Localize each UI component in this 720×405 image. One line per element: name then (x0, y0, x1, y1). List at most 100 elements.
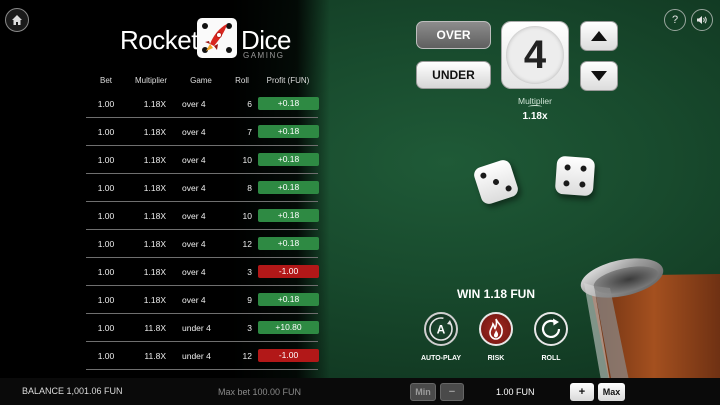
cell-multiplier: 1.18X (143, 182, 166, 193)
roll-button[interactable] (534, 312, 568, 346)
decrease-number-button[interactable] (580, 61, 618, 91)
profit-badge: +0.18 (258, 181, 319, 194)
target-number: 4 (506, 26, 564, 84)
speaker-icon (697, 16, 707, 24)
column-header-multiplier: Multiplier (134, 75, 167, 85)
table-row: 1.00 1.18X over 4 3 -1.00 (86, 258, 319, 286)
cell-roll: 8 (247, 182, 252, 193)
cell-profit: +0.18 (258, 293, 319, 306)
help-button[interactable]: ? (664, 9, 686, 31)
risk-button[interactable] (479, 312, 513, 346)
cell-profit: +0.18 (258, 209, 319, 222)
cell-roll: 9 (247, 294, 252, 305)
cell-bet: 1.00 (97, 294, 115, 305)
cell-profit: +0.18 (258, 181, 319, 194)
cell-profit: -1.00 (258, 349, 319, 362)
die-pip (504, 184, 513, 193)
cell-multiplier: 1.18X (143, 266, 166, 277)
rocket-dice-logo: Rocket Dice GAMING (120, 18, 300, 62)
max-bet-button[interactable]: Max (598, 383, 625, 401)
multiplier-divider (528, 105, 542, 109)
bet-amount: 1.00 FUN (496, 387, 535, 397)
cell-game: over 4 (182, 182, 206, 193)
help-icon: ? (671, 14, 679, 26)
table-row: 1.00 1.18X over 4 9 +0.18 (86, 286, 319, 314)
die-left (472, 158, 520, 206)
autoplay-icon: A (429, 317, 453, 341)
multiplier-value: 1.18x (522, 111, 548, 122)
cell-game: over 4 (182, 266, 206, 277)
cell-game: over 4 (182, 126, 206, 137)
increase-number-button[interactable] (580, 21, 618, 51)
cell-multiplier: 1.18X (143, 238, 166, 249)
cell-roll: 3 (247, 266, 252, 277)
refresh-icon (541, 318, 561, 338)
column-header-roll: Roll (235, 75, 249, 85)
cell-multiplier: 11.8X (144, 350, 166, 361)
table-row: 1.00 1.18X over 4 7 +0.18 (86, 118, 319, 146)
history-table: Bet Multiplier Game Roll Profit (FUN) 1.… (86, 70, 319, 370)
table-row: 1.00 11.8X under 4 3 +10.80 (86, 314, 319, 342)
cell-profit: +0.18 (258, 125, 319, 138)
svg-text:A: A (437, 323, 446, 337)
cell-bet: 1.00 (97, 154, 115, 165)
profit-badge: +0.18 (258, 125, 319, 138)
cell-roll: 6 (247, 98, 252, 109)
cell-profit: +0.18 (258, 153, 319, 166)
column-header-bet: Bet (99, 75, 112, 85)
die-pip (564, 164, 571, 171)
cell-profit: +0.18 (258, 97, 319, 110)
table-row: 1.00 1.18X over 4 12 +0.18 (86, 230, 319, 258)
profit-badge: -1.00 (258, 265, 319, 278)
cell-roll: 10 (242, 154, 252, 165)
table-row: 1.00 1.18X over 4 6 +0.18 (86, 90, 319, 118)
cell-bet: 1.00 (97, 238, 115, 249)
cell-bet: 1.00 (97, 126, 115, 137)
profit-badge: +0.18 (258, 237, 319, 250)
flame-icon (489, 318, 503, 340)
table-row: 1.00 11.8X under 4 12 -1.00 (86, 342, 319, 370)
logo-dice-icon (197, 18, 237, 58)
profit-badge: -1.00 (258, 349, 319, 362)
target-number-display: 4 (501, 21, 569, 89)
home-icon (12, 15, 22, 25)
profit-badge: +0.18 (258, 293, 319, 306)
cell-roll: 12 (242, 238, 252, 249)
cell-bet: 1.00 (97, 350, 115, 361)
column-header-game: Game (190, 75, 212, 85)
die-pip (563, 180, 570, 187)
cell-multiplier: 1.18X (143, 210, 166, 221)
decrease-bet-button[interactable]: − (440, 383, 464, 401)
cell-roll: 3 (247, 322, 252, 333)
table-row: 1.00 1.18X over 4 8 +0.18 (86, 174, 319, 202)
die-pip (492, 178, 500, 186)
table-row: 1.00 1.18X over 4 10 +0.18 (86, 146, 319, 174)
table-header: Bet Multiplier Game Roll Profit (FUN) (86, 70, 318, 90)
cell-bet: 1.00 (97, 322, 115, 333)
under-button[interactable]: UNDER (416, 61, 491, 89)
home-button[interactable] (5, 8, 29, 32)
profit-badge: +0.18 (258, 153, 319, 166)
die-pip (479, 171, 488, 180)
min-bet-button[interactable]: Min (410, 383, 436, 401)
increase-bet-button[interactable]: + (570, 383, 594, 401)
autoplay-button[interactable]: A (424, 312, 458, 346)
cell-profit: -1.00 (258, 265, 319, 278)
cell-multiplier: 1.18X (143, 126, 166, 137)
balance-display: BALANCE 1,001.06 FUN (22, 386, 123, 396)
over-button[interactable]: OVER (416, 21, 491, 49)
profit-badge: +0.18 (258, 97, 319, 110)
roll-label: ROLL (541, 355, 561, 362)
cell-game: over 4 (182, 294, 206, 305)
autoplay-label: AUTO-PLAY (420, 355, 462, 362)
cell-profit: +10.80 (258, 321, 319, 334)
cell-multiplier: 1.18X (143, 98, 166, 109)
cell-game: under 4 (182, 350, 211, 361)
cell-game: over 4 (182, 210, 206, 221)
cell-bet: 1.00 (97, 210, 115, 221)
profit-badge: +10.80 (258, 321, 319, 334)
profit-badge: +0.18 (258, 209, 319, 222)
die-right (554, 155, 596, 197)
sound-button[interactable] (691, 9, 713, 31)
win-message: WIN 1.18 FUN (456, 287, 535, 301)
